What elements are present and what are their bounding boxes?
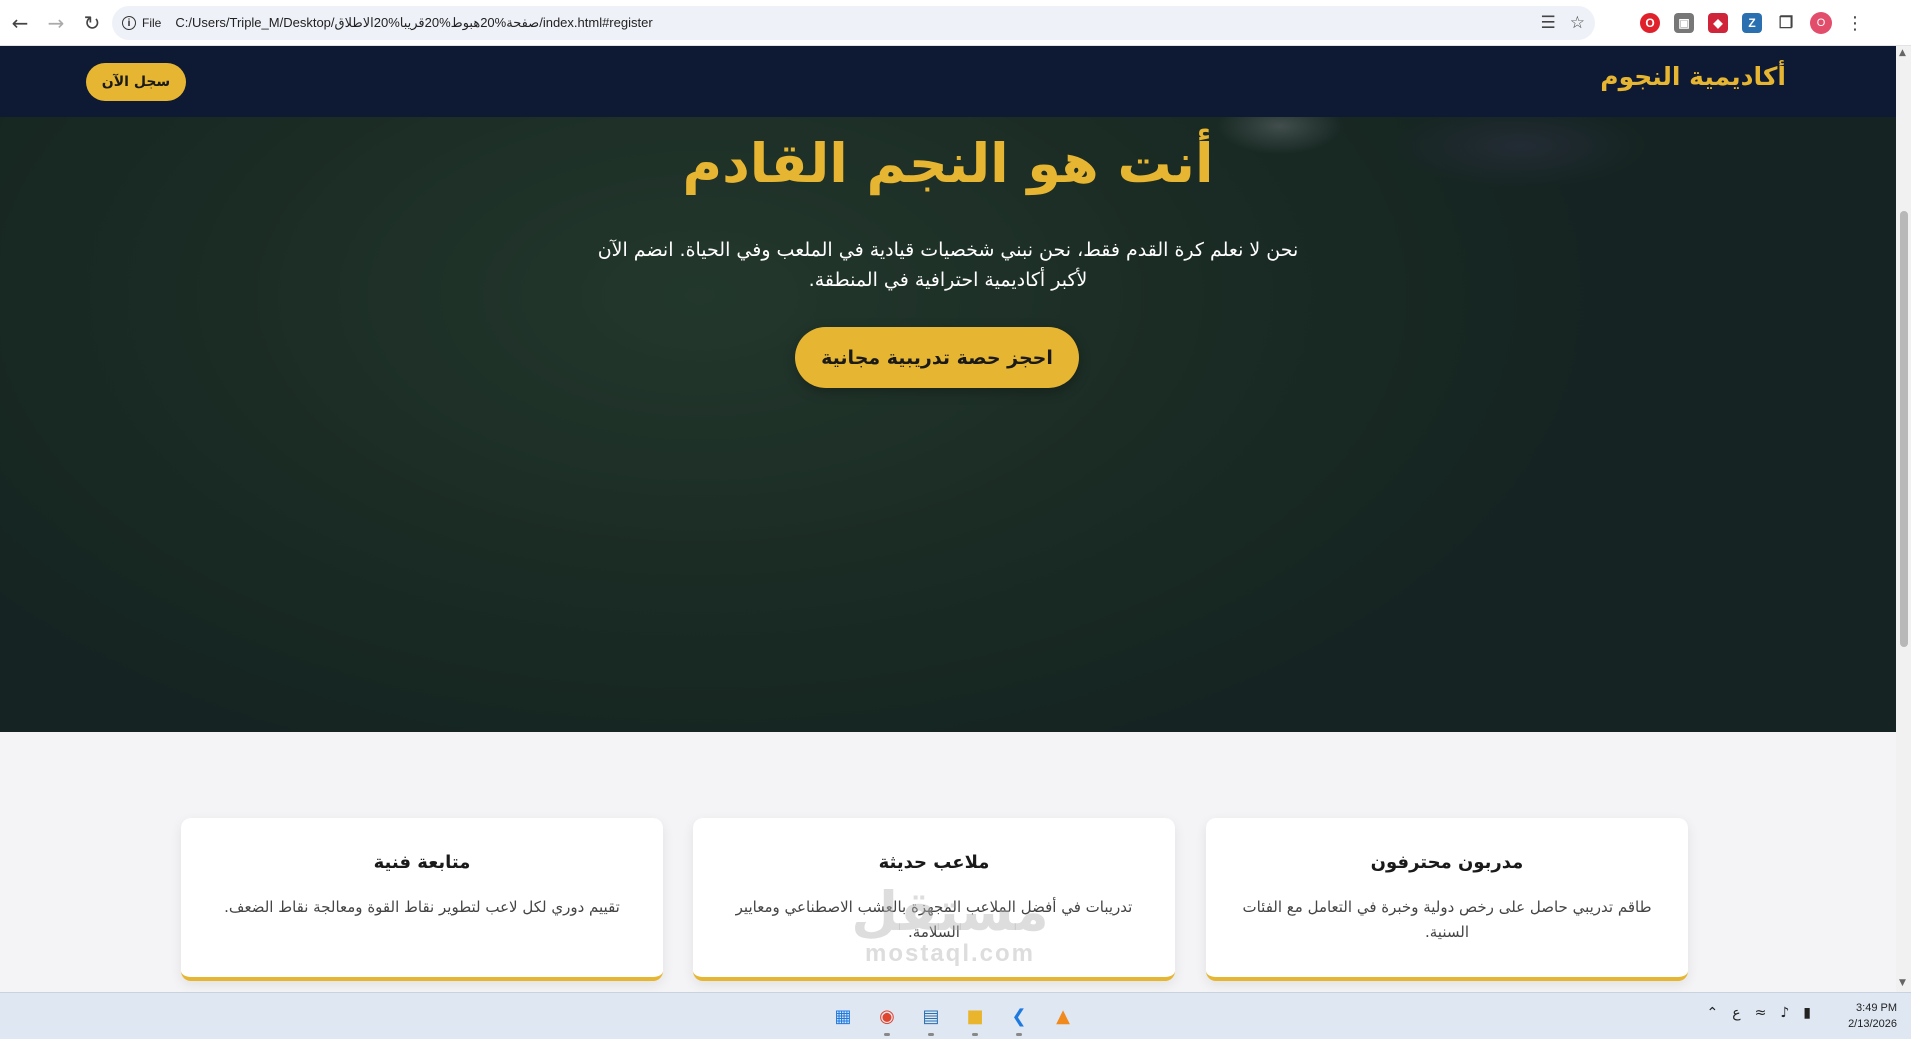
- hero-subtitle: نحن لا نعلم كرة القدم فقط، نحن نبني شخصي…: [597, 239, 1299, 291]
- page-scrollbar[interactable]: ▲ ▼: [1896, 46, 1911, 992]
- input-language-indicator[interactable]: ع: [1732, 1005, 1740, 1021]
- feature-title: ملاعب حديثة: [878, 852, 990, 873]
- feature-card-fields: ملاعب حديثة تدريبات في أفضل الملاعب المج…: [693, 818, 1175, 981]
- scroll-thumb[interactable]: [1900, 211, 1908, 647]
- feature-text: طاقم تدريبي حاصل على رخص دولية وخبرة في …: [1242, 898, 1652, 941]
- features-section: مدربون محترفون طاقم تدريبي حاصل على رخص …: [0, 732, 1896, 992]
- reload-icon[interactable]: ↻: [74, 5, 110, 41]
- feature-text: تدريبات في أفضل الملاعب المجهزة بالعشب ا…: [735, 898, 1133, 941]
- url-text[interactable]: C:/Users/Triple_M/Desktop/صفحة%20هبوط%20…: [175, 15, 652, 31]
- page-viewport: أنت هو النجم القادم نحن لا نعلم كرة القد…: [0, 46, 1896, 992]
- clock-date: 2/13/2026: [1848, 1018, 1897, 1030]
- scroll-up-icon[interactable]: ▲: [1899, 48, 1906, 58]
- extensions-puzzle-icon[interactable]: ❐: [1776, 13, 1796, 33]
- feature-title: متابعة فنية: [373, 852, 471, 873]
- browser-toolbar: ← → ↻ i File C:/Users/Triple_M/Desktop/ص…: [0, 0, 1911, 46]
- site-info-label: File: [142, 16, 162, 30]
- file-explorer-icon[interactable]: ■: [960, 1001, 990, 1036]
- opera-extension-icon[interactable]: O: [1640, 13, 1660, 33]
- info-icon: i: [122, 16, 136, 30]
- profile-avatar[interactable]: O: [1810, 12, 1832, 34]
- hero-section: أنت هو النجم القادم نحن لا نعلم كرة القد…: [0, 46, 1896, 732]
- site-navbar: أكاديمية النجوم سجل الآن: [0, 46, 1896, 117]
- cast-extension-icon[interactable]: ▣: [1674, 13, 1694, 33]
- address-bar[interactable]: i File C:/Users/Triple_M/Desktop/صفحة%20…: [112, 6, 1595, 40]
- windows-taskbar: ▦ ◉ ▤ ■ ❮ ▲ ⌃ ع ≈ ♪ ▮ 3:49 PM 2/13/2026: [0, 992, 1911, 1039]
- feature-title: مدربون محترفون: [1370, 852, 1524, 873]
- vscode-icon[interactable]: ❮: [1004, 1001, 1034, 1036]
- brand-logo-text[interactable]: أكاديمية النجوم: [1600, 62, 1786, 91]
- back-arrow-icon[interactable]: ←: [2, 5, 38, 41]
- menu-kebab-icon[interactable]: ⋮: [1846, 13, 1864, 34]
- volume-icon[interactable]: ♪: [1780, 1005, 1789, 1021]
- register-now-button[interactable]: سجل الآن: [86, 63, 186, 101]
- hero-title: أنت هو النجم القادم: [682, 132, 1214, 195]
- tray-chevron-icon[interactable]: ⌃: [1707, 1005, 1719, 1021]
- chrome-icon[interactable]: ◉: [872, 1001, 902, 1036]
- wifi-icon[interactable]: ≈: [1755, 1005, 1767, 1021]
- shield-extension-icon[interactable]: ◆: [1708, 13, 1728, 33]
- battery-icon[interactable]: ▮: [1803, 1005, 1811, 1021]
- bookmark-star-icon[interactable]: ☆: [1570, 13, 1585, 33]
- translator-extension-icon[interactable]: Z: [1742, 13, 1762, 33]
- feature-card-followup: متابعة فنية تقييم دوري لكل لاعب لتطوير ن…: [181, 818, 663, 981]
- clock-time: 3:49 PM: [1856, 1002, 1897, 1014]
- translate-icon[interactable]: ☰: [1541, 13, 1556, 33]
- taskbar-clock[interactable]: 3:49 PM 2/13/2026: [1848, 1000, 1897, 1032]
- scroll-down-icon[interactable]: ▼: [1899, 978, 1906, 988]
- feature-card-coaches: مدربون محترفون طاقم تدريبي حاصل على رخص …: [1206, 818, 1688, 981]
- site-info-chip[interactable]: i File: [122, 16, 161, 30]
- feature-text: تقييم دوري لكل لاعب لتطوير نقاط القوة وم…: [224, 898, 620, 916]
- book-free-session-button[interactable]: احجز حصة تدريبية مجانية: [795, 327, 1079, 388]
- start-menu-icon[interactable]: ▦: [828, 1001, 858, 1031]
- notepad-icon[interactable]: ▤: [916, 1001, 946, 1036]
- forward-arrow-icon[interactable]: →: [38, 5, 74, 41]
- vlc-icon[interactable]: ▲: [1048, 1001, 1078, 1031]
